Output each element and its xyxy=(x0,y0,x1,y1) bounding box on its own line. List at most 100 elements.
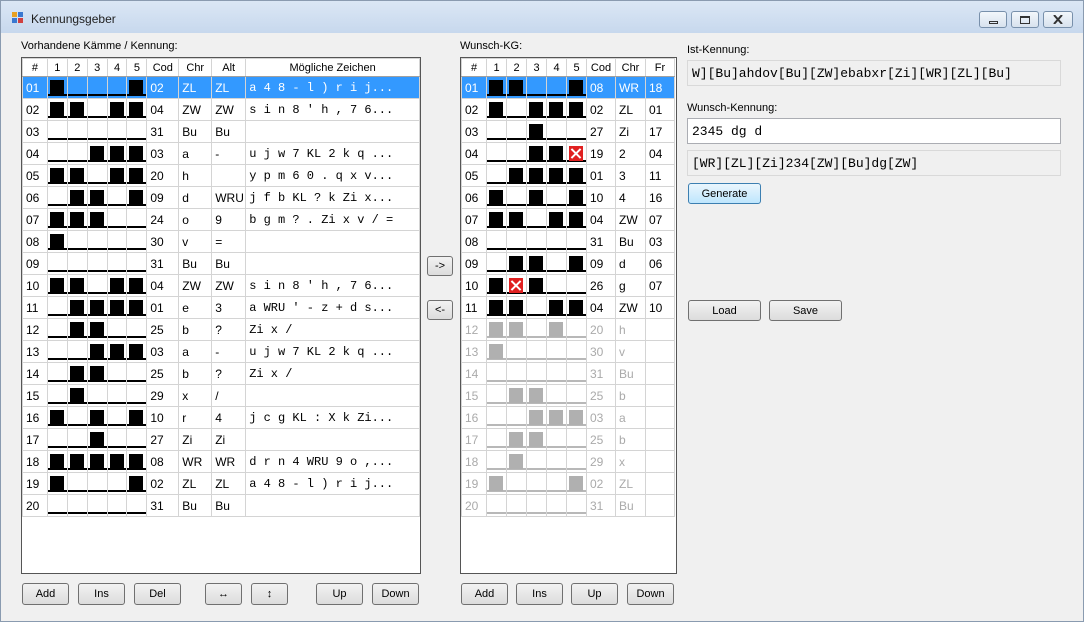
possible-chars-cell[interactable]: j c g KL : X k Zi... xyxy=(245,406,420,429)
bit-cell[interactable] xyxy=(486,76,507,99)
bit-cell[interactable] xyxy=(46,120,68,143)
bit-cell[interactable] xyxy=(506,406,527,429)
fr-cell[interactable]: 06 xyxy=(645,252,675,275)
chr-cell[interactable]: h xyxy=(615,318,646,341)
row-number[interactable]: 06 xyxy=(22,186,48,209)
bit-cell[interactable] xyxy=(506,76,527,99)
bit-cell[interactable] xyxy=(46,384,68,407)
cod-cell[interactable]: 09 xyxy=(586,252,616,275)
move-left-button[interactable]: <- xyxy=(427,300,453,320)
fr-cell[interactable]: 16 xyxy=(645,186,675,209)
bit-cell[interactable] xyxy=(546,472,567,495)
cod-cell[interactable]: 20 xyxy=(146,164,180,187)
bit-cell[interactable] xyxy=(506,98,527,121)
bit-cell[interactable] xyxy=(566,98,587,121)
bit-cell[interactable] xyxy=(126,186,148,209)
move-right-button[interactable]: -> xyxy=(427,256,453,276)
bit-cell[interactable] xyxy=(66,362,88,385)
bit-cell[interactable] xyxy=(566,494,587,517)
bit-cell[interactable] xyxy=(66,318,88,341)
bit-cell[interactable] xyxy=(546,274,567,297)
chr-cell[interactable]: Bu xyxy=(615,362,646,385)
row-number[interactable]: 10 xyxy=(461,274,487,297)
alt-cell[interactable]: - xyxy=(211,142,247,165)
cod-cell[interactable]: 29 xyxy=(586,450,616,473)
cod-cell[interactable]: 03 xyxy=(586,406,616,429)
bit-cell[interactable] xyxy=(566,340,587,363)
right-grid-row[interactable]: 12 20 h xyxy=(461,318,675,341)
bit-cell[interactable] xyxy=(126,406,148,429)
fr-cell[interactable] xyxy=(645,318,675,341)
bit-cell[interactable] xyxy=(86,494,108,517)
bit-cell[interactable] xyxy=(546,450,567,473)
chr-cell[interactable]: 2 xyxy=(615,142,646,165)
bit-cell[interactable] xyxy=(546,230,567,253)
possible-chars-cell[interactable]: a WRU ' - z + d s... xyxy=(245,296,420,319)
row-number[interactable]: 02 xyxy=(22,98,48,121)
bit-cell[interactable] xyxy=(546,252,567,275)
bit-cell[interactable] xyxy=(506,142,527,165)
cod-cell[interactable]: 31 xyxy=(586,362,616,385)
possible-chars-cell[interactable]: a 4 8 - l ) r i j... xyxy=(245,472,420,495)
bit-cell[interactable] xyxy=(566,472,587,495)
chr-cell[interactable]: b xyxy=(178,318,213,341)
bit-cell[interactable] xyxy=(106,230,128,253)
chr-cell[interactable]: r xyxy=(178,406,213,429)
bit-cell[interactable] xyxy=(66,472,88,495)
bit-cell[interactable] xyxy=(566,296,587,319)
cod-cell[interactable]: 02 xyxy=(146,472,180,495)
right-grid-row[interactable]: 09 09 d 06 xyxy=(461,252,675,275)
bit-cell[interactable] xyxy=(566,428,587,451)
left_grid-header-3[interactable]: 3 xyxy=(86,58,108,77)
row-number[interactable]: 12 xyxy=(461,318,487,341)
bit-cell[interactable] xyxy=(126,296,148,319)
left_grid-header-1[interactable]: 1 xyxy=(46,58,68,77)
bit-cell[interactable] xyxy=(486,406,507,429)
fr-cell[interactable]: 11 xyxy=(645,164,675,187)
bit-cell[interactable] xyxy=(486,450,507,473)
row-number[interactable]: 07 xyxy=(22,208,48,231)
wunsch-kennung-input[interactable]: 2345 dg d xyxy=(687,118,1061,144)
bit-cell[interactable] xyxy=(566,252,587,275)
bit-cell[interactable] xyxy=(106,120,128,143)
fr-cell[interactable] xyxy=(645,362,675,385)
right-grid-row[interactable]: 16 03 a xyxy=(461,406,675,429)
bit-cell[interactable] xyxy=(506,450,527,473)
right-grid-row[interactable]: 07 04 ZW 07 xyxy=(461,208,675,231)
cod-cell[interactable]: 31 xyxy=(146,120,180,143)
cod-cell[interactable]: 09 xyxy=(146,186,180,209)
bit-cell[interactable] xyxy=(566,450,587,473)
fr-cell[interactable] xyxy=(645,406,675,429)
cod-cell[interactable]: 01 xyxy=(586,164,616,187)
right-grid-row[interactable]: 11 04 ZW 10 xyxy=(461,296,675,319)
cod-cell[interactable]: 31 xyxy=(586,494,616,517)
chr-cell[interactable]: Bu xyxy=(178,120,213,143)
bit-cell[interactable] xyxy=(566,120,587,143)
chr-cell[interactable]: x xyxy=(615,450,646,473)
right-grid[interactable]: #1 2 3 4 5 Cod Chr Fr 01 08 WR 18 02 02 ZL 01 03 27 Zi 17 0… xyxy=(460,57,677,574)
possible-chars-cell[interactable] xyxy=(245,384,420,407)
bit-cell[interactable] xyxy=(546,384,567,407)
chr-cell[interactable]: Zi xyxy=(178,428,213,451)
alt-cell[interactable]: 4 xyxy=(211,406,247,429)
left_grid-header-0[interactable]: # xyxy=(22,58,48,77)
chr-cell[interactable]: e xyxy=(178,296,213,319)
bit-cell[interactable] xyxy=(126,142,148,165)
cod-cell[interactable]: 01 xyxy=(146,296,180,319)
row-number[interactable]: 01 xyxy=(461,76,487,99)
row-number[interactable]: 15 xyxy=(22,384,48,407)
bit-cell[interactable] xyxy=(506,472,527,495)
bit-cell[interactable] xyxy=(126,274,148,297)
chr-cell[interactable]: 4 xyxy=(615,186,646,209)
bit-cell[interactable] xyxy=(46,230,68,253)
bit-cell[interactable] xyxy=(566,76,587,99)
bit-cell[interactable] xyxy=(126,472,148,495)
bit-cell[interactable] xyxy=(486,252,507,275)
bit-cell[interactable] xyxy=(526,274,547,297)
right_grid-header-8[interactable]: Fr xyxy=(645,58,675,77)
chr-cell[interactable]: ZL xyxy=(615,472,646,495)
bit-cell[interactable] xyxy=(566,186,587,209)
left-grid-row[interactable]: 20 31 Bu Bu xyxy=(22,494,420,517)
bit-cell[interactable] xyxy=(526,472,547,495)
row-number[interactable]: 09 xyxy=(461,252,487,275)
